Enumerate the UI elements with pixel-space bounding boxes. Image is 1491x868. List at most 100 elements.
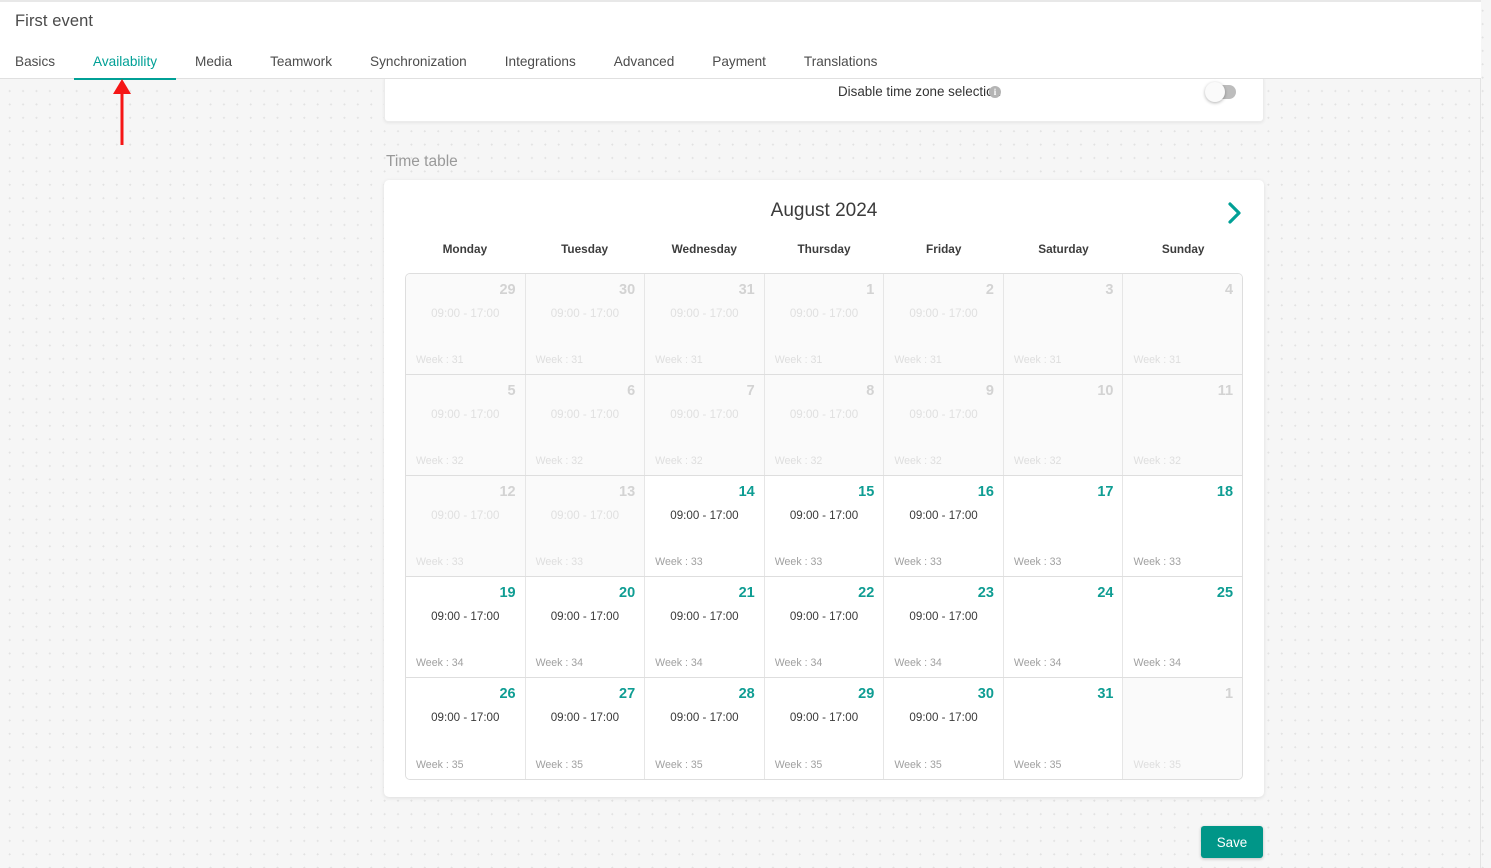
- calendar-week-number: Week : 31: [894, 354, 942, 366]
- tab-integrations[interactable]: Integrations: [486, 42, 595, 80]
- calendar-week-row: 19 09:00 - 17:00 Week : 34 20 09:00 - 17:00 W…: [406, 577, 1242, 678]
- calendar-day-time-range[interactable]: 09:00 - 17:00: [765, 610, 884, 623]
- calendar-day-time-range[interactable]: 09:00 - 17:00: [645, 711, 764, 724]
- calendar-day-time-range: 09:00 - 17:00: [789, 408, 859, 421]
- calendar-week-number: Week : 34: [774, 657, 823, 669]
- calendar-day-number: 20: [619, 585, 636, 601]
- calendar-day-time-range[interactable]: 09:00 - 17:00: [765, 509, 884, 522]
- calendar-day-time-range[interactable]: 09:00 - 17:00: [406, 711, 525, 724]
- calendar-next-month-button[interactable]: [1218, 197, 1250, 229]
- calendar-day-number: 17: [1097, 484, 1114, 500]
- tab-availability[interactable]: Availability: [74, 42, 177, 80]
- weekday-header-friday: Friday: [926, 242, 962, 256]
- calendar-day-number: 23: [977, 585, 994, 601]
- calendar-week-number: Week : 35: [1013, 759, 1062, 771]
- calendar-day-number: 21: [738, 585, 755, 601]
- calendar-day-time-range: 09:00 - 17:00: [431, 509, 500, 522]
- calendar-grid: 29 09:00 - 17:00 Week : 31 30 09:00 - 17:00 W…: [405, 273, 1243, 780]
- calendar-day-number: 19: [499, 585, 516, 601]
- weekday-header-tuesday: Tuesday: [561, 242, 609, 256]
- calendar-day-time-range[interactable]: 09:00 - 17:00: [526, 610, 645, 623]
- calendar-day-cell: 9 09:00 - 17:00 Week : 32: [884, 375, 1004, 475]
- calendar-day-number: 2: [985, 282, 994, 298]
- calendar-day-number: 4: [1224, 282, 1234, 298]
- disable-timezone-row: Disable time zone selection i: [385, 76, 1263, 109]
- tab-translations[interactable]: Translations: [785, 42, 897, 80]
- calendar-day-cell: 11 Week : 32: [1123, 375, 1242, 475]
- calendar-day-cell: 10 Week : 32: [1003, 375, 1124, 475]
- calendar-week-number: Week : 35: [655, 759, 703, 771]
- info-icon[interactable]: i: [989, 86, 1001, 98]
- tab-media[interactable]: Media: [176, 42, 251, 80]
- calendar-day-number: 10: [1097, 383, 1114, 399]
- calendar-day-number: 14: [738, 484, 755, 500]
- calendar-day-time-range[interactable]: 09:00 - 17:00: [884, 711, 1003, 724]
- calendar-week-number: Week : 32: [655, 455, 703, 467]
- calendar-day-number: 1: [1224, 686, 1234, 702]
- tab-basics[interactable]: Basics: [15, 42, 74, 80]
- calendar-week-number: Week : 35: [416, 759, 464, 771]
- calendar-day-number: 31: [738, 282, 755, 298]
- tab-payment[interactable]: Payment: [693, 42, 785, 80]
- calendar-week-number: Week : 32: [416, 455, 464, 467]
- disable-timezone-toggle[interactable]: [1205, 82, 1236, 102]
- calendar-day-cell[interactable]: 19 09:00 - 17:00 Week : 34: [406, 577, 526, 677]
- calendar-day-cell: 29 09:00 - 17:00 Week : 31: [406, 274, 526, 374]
- save-button[interactable]: Save: [1201, 826, 1263, 858]
- calendar-day-time-range: 09:00 - 17:00: [431, 408, 500, 421]
- calendar-day-cell: 3 Week : 31: [1003, 274, 1124, 374]
- calendar-day-cell: 13 09:00 - 17:00 Week : 33: [525, 476, 646, 576]
- tab-synchronization[interactable]: Synchronization: [351, 42, 486, 80]
- calendar-day-number: 12: [499, 484, 516, 500]
- calendar-day-cell[interactable]: 17 Week : 33: [1003, 476, 1124, 576]
- weekday-header-thursday: Thursday: [797, 242, 851, 256]
- tab-teamwork[interactable]: Teamwork: [251, 42, 351, 80]
- calendar-day-number: 16: [977, 484, 994, 500]
- calendar-day-time-range[interactable]: 09:00 - 17:00: [645, 509, 764, 522]
- calendar-day-number: 29: [499, 282, 516, 298]
- calendar-day-cell[interactable]: 22 09:00 - 17:00 Week : 34: [764, 577, 885, 677]
- tab-advanced[interactable]: Advanced: [595, 42, 693, 80]
- calendar-day-cell[interactable]: 24 Week : 34: [1003, 577, 1124, 677]
- calendar-week-number: Week : 31: [655, 354, 703, 366]
- calendar-week-number: Week : 31: [1133, 354, 1181, 366]
- chevron-right-icon: [1227, 202, 1241, 224]
- calendar-day-number: 31: [1097, 686, 1114, 702]
- calendar-day-number: 30: [619, 282, 636, 298]
- calendar-day-cell[interactable]: 14 09:00 - 17:00 Week : 33: [645, 476, 765, 576]
- calendar-day-cell[interactable]: 29 09:00 - 17:00 Week : 35: [764, 678, 885, 779]
- calendar-week-number: Week : 33: [1013, 556, 1062, 568]
- calendar-day-number: 22: [858, 585, 875, 601]
- calendar-day-cell[interactable]: 27 09:00 - 17:00 Week : 35: [525, 678, 646, 779]
- calendar-week-number: Week : 32: [1133, 455, 1181, 467]
- calendar-day-cell: 8 09:00 - 17:00 Week : 32: [764, 375, 885, 475]
- calendar-day-cell[interactable]: 15 09:00 - 17:00 Week : 33: [764, 476, 885, 576]
- calendar-week-number: Week : 33: [655, 556, 703, 568]
- calendar-day-cell[interactable]: 31 Week : 35: [1003, 678, 1124, 779]
- calendar-day-cell[interactable]: 23 09:00 - 17:00 Week : 34: [884, 577, 1004, 677]
- calendar-day-time-range[interactable]: 09:00 - 17:00: [645, 610, 764, 623]
- calendar-day-time-range[interactable]: 09:00 - 17:00: [884, 610, 1003, 623]
- calendar-week-number: Week : 33: [774, 556, 823, 568]
- calendar-day-cell[interactable]: 28 09:00 - 17:00 Week : 35: [645, 678, 765, 779]
- calendar-week-number: Week : 33: [535, 556, 584, 568]
- calendar-day-cell: 12 09:00 - 17:00 Week : 33: [406, 476, 526, 576]
- up-arrow-annotation-icon: [113, 79, 131, 145]
- calendar-day-number: 29: [858, 686, 875, 702]
- calendar-day-cell[interactable]: 25 Week : 34: [1123, 577, 1242, 677]
- calendar-day-time-range[interactable]: 09:00 - 17:00: [884, 509, 1003, 522]
- calendar-day-time-range: 09:00 - 17:00: [550, 408, 620, 421]
- calendar-day-cell[interactable]: 18 Week : 33: [1123, 476, 1242, 576]
- calendar-day-number: 27: [619, 686, 636, 702]
- calendar-header: August 2024: [384, 180, 1264, 242]
- calendar-day-cell[interactable]: 21 09:00 - 17:00 Week : 34: [645, 577, 765, 677]
- calendar-day-time-range[interactable]: 09:00 - 17:00: [406, 610, 525, 623]
- calendar-day-cell[interactable]: 26 09:00 - 17:00 Week : 35: [406, 678, 526, 779]
- calendar-day-cell[interactable]: 20 09:00 - 17:00 Week : 34: [525, 577, 646, 677]
- calendar-day-cell[interactable]: 16 09:00 - 17:00 Week : 33: [884, 476, 1004, 576]
- calendar-day-cell[interactable]: 30 09:00 - 17:00 Week : 35: [884, 678, 1004, 779]
- calendar-week-number: Week : 31: [416, 354, 464, 366]
- calendar-day-time-range[interactable]: 09:00 - 17:00: [765, 711, 884, 724]
- calendar-day-time-range[interactable]: 09:00 - 17:00: [526, 711, 645, 724]
- calendar-week-number: Week : 34: [1133, 657, 1181, 669]
